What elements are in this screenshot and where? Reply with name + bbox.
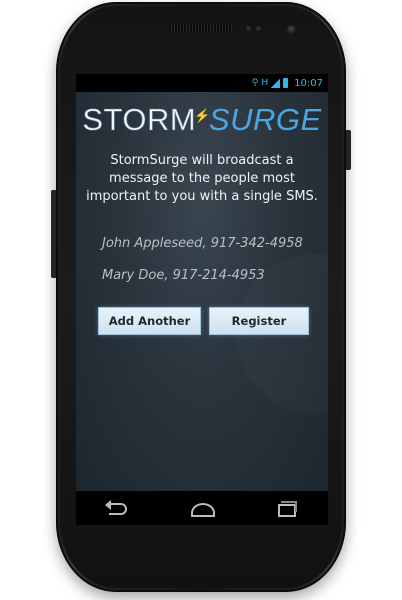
contact-item[interactable]: Mary Doe, 917-214-4953	[102, 268, 265, 283]
add-another-button[interactable]: Add Another	[98, 307, 201, 335]
battery-icon	[283, 78, 289, 88]
proximity-sensor	[246, 26, 251, 31]
light-sensor	[256, 26, 261, 31]
register-button[interactable]: Register	[209, 307, 309, 335]
signal-icon	[271, 78, 281, 88]
back-icon[interactable]	[103, 498, 133, 518]
phone-screen: ⚲ H 10:07 STORM⚡SURGE StormSurge will br…	[76, 74, 328, 491]
intro-text: StormSurge will broadcast a message to t…	[86, 153, 318, 204]
lightning-bolt-icon: ⚡	[194, 108, 211, 123]
contact-item[interactable]: John Appleseed, 917-342-4958	[102, 236, 303, 251]
status-bar: ⚲ H 10:07	[76, 74, 328, 92]
usb-icon: ⚲	[251, 78, 259, 88]
home-icon[interactable]	[187, 498, 217, 518]
logo-storm: STORM	[82, 102, 197, 138]
status-time: 10:07	[294, 77, 323, 89]
earpiece-speaker	[169, 25, 233, 32]
navigation-bar	[76, 491, 328, 525]
logo-surge: SURGE	[208, 102, 322, 137]
network-type-label: H	[261, 78, 269, 88]
front-camera	[287, 25, 297, 35]
product-shot: ⚲ H 10:07 STORM⚡SURGE StormSurge will br…	[0, 0, 402, 600]
app-logo: STORM⚡SURGE	[76, 102, 328, 138]
recent-apps-icon[interactable]	[271, 498, 301, 518]
